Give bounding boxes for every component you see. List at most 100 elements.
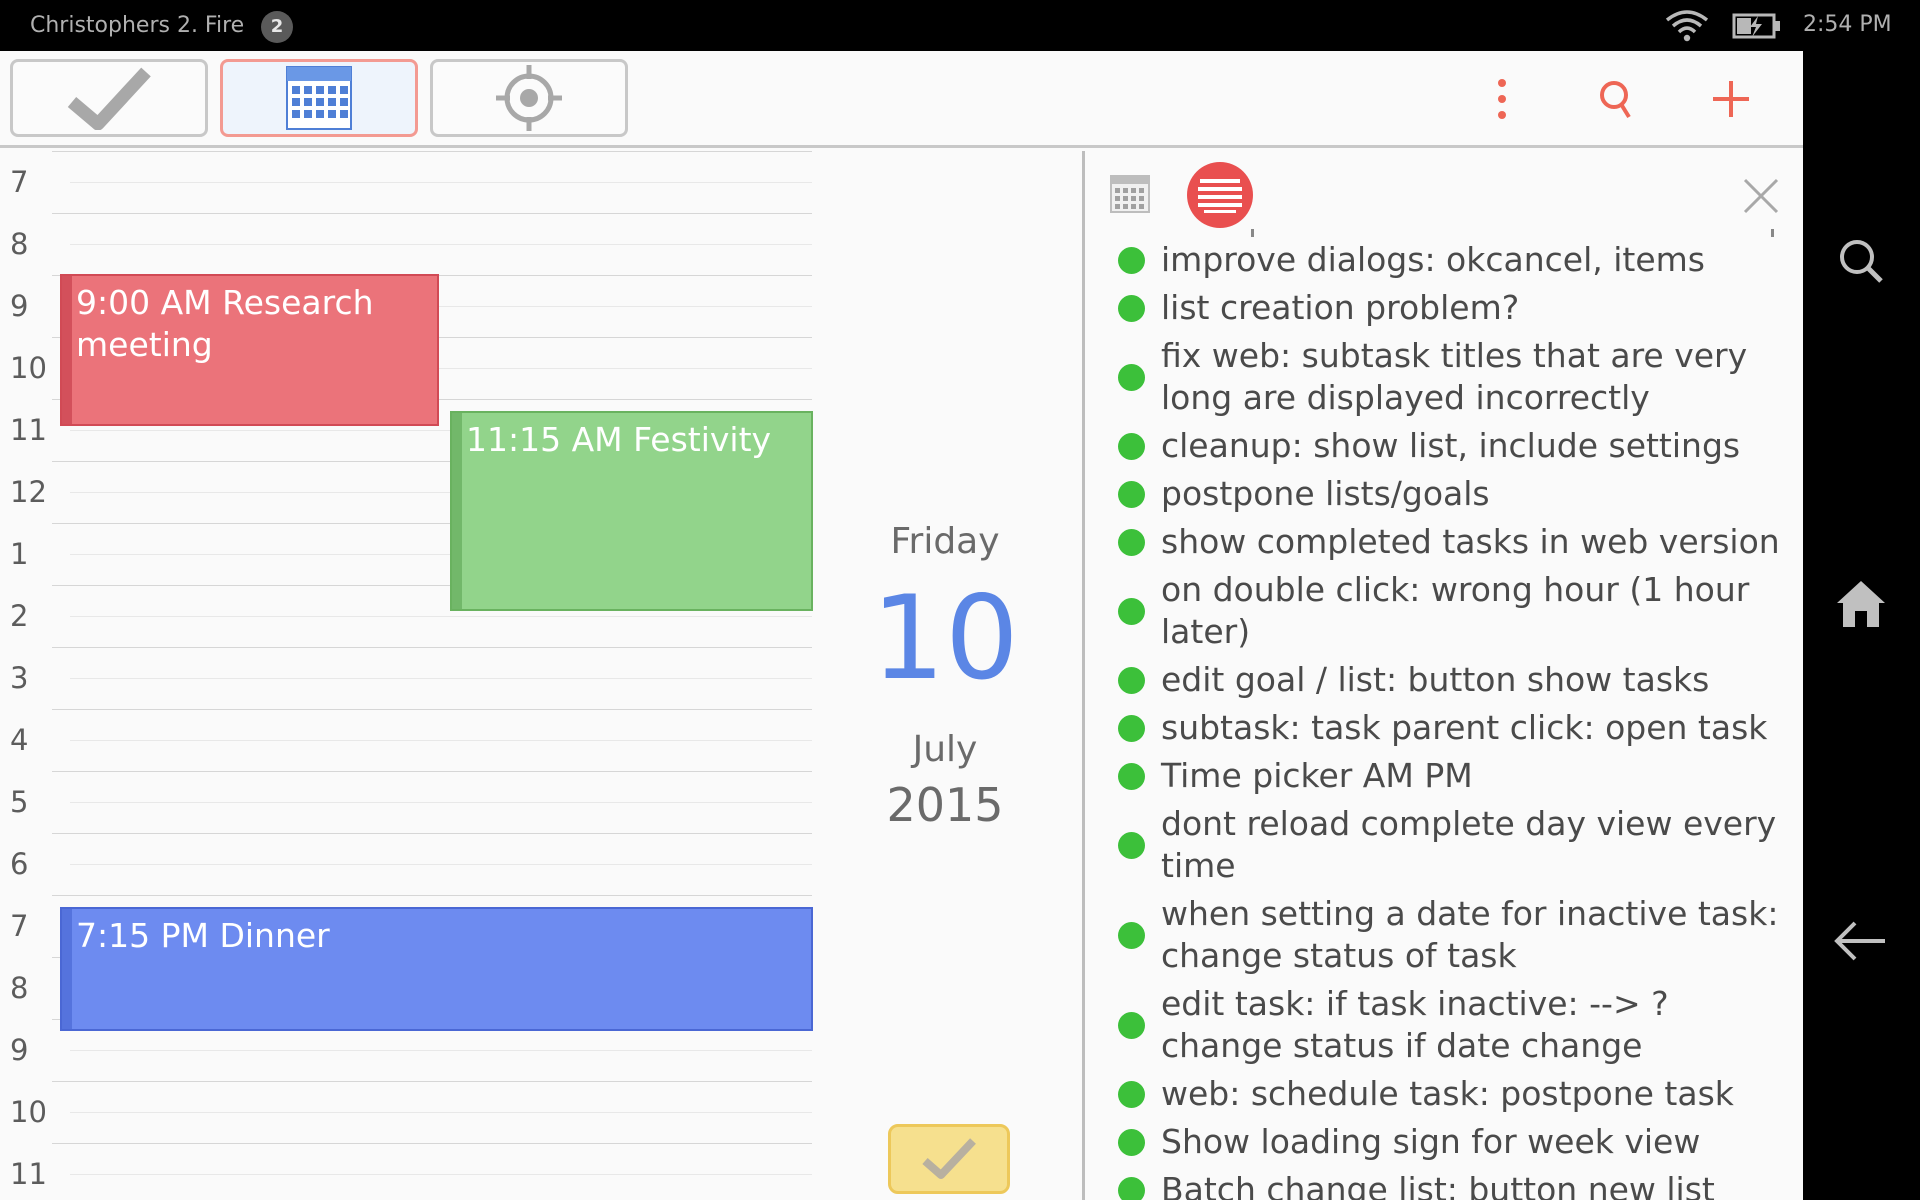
status-dot-icon [1118,481,1145,508]
list-item[interactable]: web: schedule task: postpone task [1085,1073,1803,1115]
event-festivity[interactable]: 11:15 AM Festivity [450,411,813,611]
day-number: 10 [871,571,1019,706]
task-title: edit task: if task inactive: --> ? chang… [1161,984,1669,1065]
task-title: show completed tasks in web version [1161,522,1780,561]
task-title: Batch change list: button new list [1161,1170,1715,1200]
hour-row[interactable]: 5 [0,771,820,833]
status-dot-icon [1118,247,1145,274]
hour-row[interactable]: 4 [0,709,820,771]
list-item[interactable]: Batch change list: button new list [1085,1169,1803,1200]
add-icon[interactable] [1703,71,1759,127]
hour-label: 9 [10,1033,29,1067]
checkmark-icon [922,1138,976,1179]
list-item[interactable]: on double click: wrong hour (1 hour late… [1085,569,1803,653]
list-item[interactable]: Show loading sign for week view [1085,1121,1803,1163]
search-icon[interactable] [1589,71,1645,127]
month-label: July [912,729,978,770]
hour-label: 6 [10,847,29,881]
navigation-bar [1803,51,1920,1200]
hour-row[interactable]: 8 [0,213,820,275]
list-item[interactable]: show completed tasks in web version [1085,521,1803,563]
status-dot-icon [1118,529,1145,556]
status-dot-icon [1118,433,1145,460]
event-dinner[interactable]: 7:15 PM Dinner [60,907,813,1031]
list-item[interactable]: postpone lists/goals [1085,473,1803,515]
status-dot-icon [1118,832,1145,859]
task-title: Show loading sign for week view [1161,1122,1701,1161]
target-icon [496,65,562,131]
hour-row[interactable]: 7 [0,151,820,213]
year-label: 2015 [886,778,1004,832]
list-icon [1198,179,1242,213]
goals-mode-button[interactable] [430,59,628,137]
checkmark-icon [67,67,151,130]
hour-label: 10 [10,351,47,385]
calendar-icon[interactable] [1110,175,1150,213]
status-title: Christophers 2. Fire [30,13,245,38]
list-item[interactable]: when setting a date for inactive task: c… [1085,893,1803,977]
battery-charging-icon [1732,13,1780,39]
event-research-meeting[interactable]: 9:00 AM Research meeting [60,274,439,426]
hour-label: 2 [10,599,29,633]
hour-label: 11 [10,1157,47,1191]
calendar-mode-button[interactable] [220,59,418,137]
hour-row[interactable]: 11 [0,1143,820,1200]
hour-row[interactable]: 3 [0,647,820,709]
search-icon[interactable] [1829,231,1893,295]
hour-row[interactable]: 10 [0,1081,820,1143]
tasks-mode-button[interactable] [10,59,208,137]
list-item[interactable]: improve dialogs: okcancel, items [1085,239,1803,281]
status-dot-icon [1118,715,1145,742]
home-icon[interactable] [1829,573,1893,637]
list-item[interactable]: fix web: subtask titles that are very lo… [1085,335,1803,419]
back-arrow-icon[interactable] [1829,909,1893,973]
status-dot-icon [1118,1012,1145,1039]
status-clock: 2:54 PM [1803,12,1892,37]
close-icon[interactable] [1741,176,1781,216]
hour-label: 4 [10,723,29,757]
list-item[interactable]: Time picker AM PM [1085,755,1803,797]
hour-label: 3 [10,661,29,695]
task-title: edit goal / list: button show tasks [1161,660,1710,699]
weekday-label: Friday [890,521,1000,562]
list-item[interactable]: subtask: task parent click: open task [1085,707,1803,749]
status-dot-icon [1118,1177,1145,1200]
list-item[interactable]: cleanup: show list, include settings [1085,425,1803,467]
list-view-button[interactable] [1187,162,1253,228]
calendar-grid-icon [286,66,352,130]
hour-label: 8 [10,971,29,1005]
task-title: improve dialogs: okcancel, items [1161,240,1705,279]
hour-label: 1 [10,537,29,571]
status-dot-icon [1118,667,1145,694]
event-title: 7:15 PM Dinner [76,916,330,955]
status-bar: Christophers 2. Fire 2 2:54 PM [0,0,1920,51]
complete-day-button[interactable] [888,1124,1010,1194]
list-item[interactable]: dont reload complete day view every time [1085,803,1803,887]
task-list: improve dialogs: okcancel, items list cr… [1085,239,1803,1200]
task-title: postpone lists/goals [1161,474,1490,513]
hour-label: 5 [10,785,29,819]
task-title: list creation problem? [1161,288,1520,327]
hour-label: 7 [10,909,29,943]
task-title: cleanup: show list, include settings [1161,426,1741,465]
list-item[interactable]: edit goal / list: button show tasks [1085,659,1803,701]
task-title: Time picker AM PM [1161,756,1473,795]
list-item[interactable]: edit task: if task inactive: --> ? chang… [1085,983,1803,1067]
status-dot-icon [1118,1081,1145,1108]
app-window: 7 8 9 10 11 12 1 2 3 4 5 6 7 8 9 10 11 9… [0,51,1803,1200]
task-title: subtask: task parent click: open task [1161,708,1768,747]
hour-row[interactable]: 6 [0,833,820,895]
hour-label: 7 [10,165,29,199]
task-title: dont reload complete day view every time [1161,804,1777,885]
status-dot-icon [1118,295,1145,322]
task-title: on double click: wrong hour (1 hour late… [1161,570,1750,651]
overflow-menu-icon[interactable] [1474,71,1530,127]
status-dot-icon [1118,763,1145,790]
list-item[interactable]: list creation problem? [1085,287,1803,329]
wifi-icon [1665,10,1709,42]
task-title: fix web: subtask titles that are very lo… [1161,336,1748,417]
task-panel: improve dialogs: okcancel, items list cr… [1085,151,1803,1200]
hour-label: 11 [10,413,47,447]
task-title: when setting a date for inactive task: c… [1161,894,1779,975]
event-title: 9:00 AM Research meeting [76,283,374,364]
